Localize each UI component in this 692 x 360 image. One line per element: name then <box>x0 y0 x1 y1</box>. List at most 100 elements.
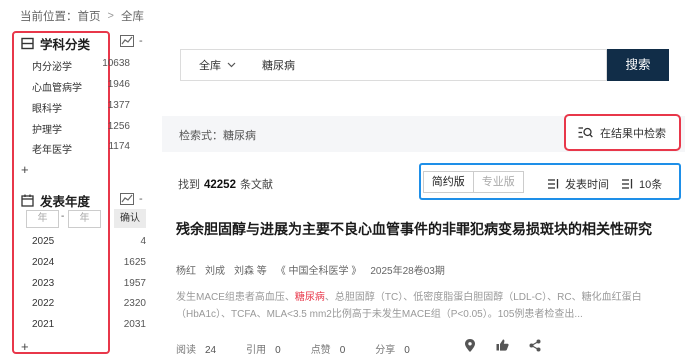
thumbs-up-icon[interactable] <box>496 339 509 351</box>
read-count: 阅读 24 <box>176 341 216 356</box>
subject-item-count: 10638 <box>102 58 130 69</box>
result-count: 找到 42252 条文献 <box>178 176 273 192</box>
subject-item-count: 1377 <box>107 100 130 111</box>
subject-item-label: 内分泌学 <box>32 62 72 73</box>
year-item-count: 1625 <box>123 257 146 268</box>
collapse-dash: - <box>139 35 143 47</box>
search-within-results-button[interactable]: 在结果中检索 <box>564 114 681 151</box>
issue-info: 2025年28卷03期 <box>370 266 445 277</box>
year-item[interactable]: 2021 2031 <box>32 319 146 330</box>
year-from-input[interactable]: 年 <box>26 210 59 228</box>
author-link[interactable]: 刘成 <box>205 262 225 277</box>
sort-by-time-dropdown[interactable]: 发表时间 <box>548 176 609 192</box>
year-item[interactable]: 2024 1625 <box>32 257 146 268</box>
abstract-text: 发生MACE组患者高血压、 <box>176 292 295 303</box>
subject-section-title: 学科分类 <box>40 38 91 52</box>
year-item-count: 1957 <box>123 278 146 289</box>
subject-item[interactable]: 护理学 1256 <box>32 121 130 136</box>
search-button[interactable]: 搜索 <box>607 49 669 81</box>
year-item-label: 2021 <box>32 319 55 330</box>
calendar-icon <box>21 194 34 207</box>
subject-item[interactable]: 老年医学 1174 <box>32 141 130 156</box>
result-count-number: 42252 <box>204 179 236 191</box>
subject-item-count: 1174 <box>108 141 130 152</box>
result-count-suffix: 条文献 <box>239 179 273 191</box>
year-section-title: 发表年度 <box>40 195 91 209</box>
subject-item-label: 老年医学 <box>32 145 72 156</box>
journal-link[interactable]: 《 中国全科医学 》 <box>276 262 362 277</box>
stat-value: 0 <box>339 345 346 356</box>
like-count: 点赞 0 <box>311 341 346 356</box>
year-item[interactable]: 2023 1957 <box>32 278 146 289</box>
stat-value: 0 <box>404 345 410 356</box>
article-stats: 阅读 24 引用 0 点赞 0 分享 0 <box>176 341 440 356</box>
page-size-label: 10条 <box>639 179 663 191</box>
subject-item[interactable]: 眼科学 1377 <box>32 100 130 115</box>
year-item-count: 2320 <box>123 298 146 309</box>
year-chart-toggle[interactable]: - <box>120 193 143 205</box>
year-confirm-button[interactable]: 确认 <box>114 209 146 228</box>
breadcrumb-current[interactable]: 全库 <box>121 8 144 24</box>
chart-icon <box>120 35 134 47</box>
year-item-count: 2031 <box>123 319 146 330</box>
share-icon[interactable] <box>529 339 541 352</box>
year-section-header[interactable]: 发表年度 <box>21 191 90 210</box>
stat-value: 0 <box>275 345 281 356</box>
stat-label: 点赞 <box>310 345 331 356</box>
stat-value: 24 <box>205 345 217 356</box>
search-within-results-label: 在结果中检索 <box>600 127 666 140</box>
result-count-prefix: 找到 <box>178 179 200 191</box>
view-version-toggle: 简约版 专业版 <box>423 171 524 193</box>
abstract-keyword-highlight: 糖尿病 <box>294 292 325 303</box>
brief-view-tab[interactable]: 简约版 <box>424 172 474 192</box>
search-scope-value: 全库 <box>199 60 221 72</box>
subject-item-label: 心血管病学 <box>32 83 82 94</box>
sort-icon <box>548 179 559 189</box>
article-actions <box>464 339 541 352</box>
query-expression-text: 检索式：糖尿病 <box>179 130 256 142</box>
share-count: 分享 0 <box>375 341 410 356</box>
cite-count: 引用 0 <box>246 341 281 356</box>
search-input[interactable]: 糖尿病 <box>262 57 295 73</box>
year-item-label: 2023 <box>32 278 55 289</box>
stat-label: 引用 <box>246 345 267 356</box>
subject-section-header[interactable]: 学科分类 <box>21 34 90 53</box>
year-item-label: 2025 <box>32 236 55 247</box>
year-item-label: 2022 <box>32 298 55 309</box>
author-link[interactable]: 杨红 <box>176 262 196 277</box>
category-icon <box>21 37 34 50</box>
chart-icon <box>120 193 134 205</box>
article-meta: 杨红 刘成 刘森 等 《 中国全科医学 》 2025年28卷03期 <box>176 262 445 277</box>
year-item-label: 2024 <box>32 257 55 268</box>
stat-label: 阅读 <box>176 345 196 356</box>
pro-view-tab[interactable]: 专业版 <box>474 172 524 192</box>
subject-more-button[interactable]: + <box>21 162 29 177</box>
breadcrumb-home-link[interactable]: 首页 <box>78 8 101 24</box>
pin-icon[interactable] <box>464 339 476 352</box>
chevron-down-icon <box>227 62 236 68</box>
collapse-dash: - <box>139 193 143 205</box>
stat-label: 分享 <box>375 345 396 356</box>
year-item[interactable]: 2022 2320 <box>32 298 146 309</box>
article-title-link[interactable]: 残余胆固醇与进展为主要不良心血管事件的非罪犯病变易损斑块的相关性研究 <box>176 220 656 239</box>
subject-item-label: 护理学 <box>32 125 62 136</box>
year-more-button[interactable]: + <box>21 339 29 354</box>
year-to-input[interactable]: 年 <box>68 210 101 228</box>
page-size-dropdown[interactable]: 10条 <box>622 176 662 192</box>
author-link[interactable]: 刘森 等 <box>234 262 267 277</box>
sort-by-time-label: 发表时间 <box>565 179 609 191</box>
year-item-count: 4 <box>140 236 146 247</box>
breadcrumb-label: 当前位置： <box>20 11 78 23</box>
subject-item[interactable]: 心血管病学 1946 <box>32 79 130 94</box>
subject-item[interactable]: 内分泌学 10638 <box>32 58 130 73</box>
search-list-icon <box>578 127 593 138</box>
search-bar: 全库 糖尿病 <box>180 49 607 81</box>
subject-chart-toggle[interactable]: - <box>120 35 143 47</box>
list-icon <box>622 179 633 189</box>
subject-item-count: 1256 <box>107 121 130 132</box>
search-scope-select[interactable]: 全库 <box>199 57 236 73</box>
year-item[interactable]: 2025 4 <box>32 236 146 247</box>
subject-item-label: 眼科学 <box>32 104 62 115</box>
year-range-separator: - <box>61 211 65 222</box>
article-abstract: 发生MACE组患者高血压、糖尿病、总胆固醇（TC）、低密度脂蛋白胆固醇（LDL-… <box>176 289 671 323</box>
